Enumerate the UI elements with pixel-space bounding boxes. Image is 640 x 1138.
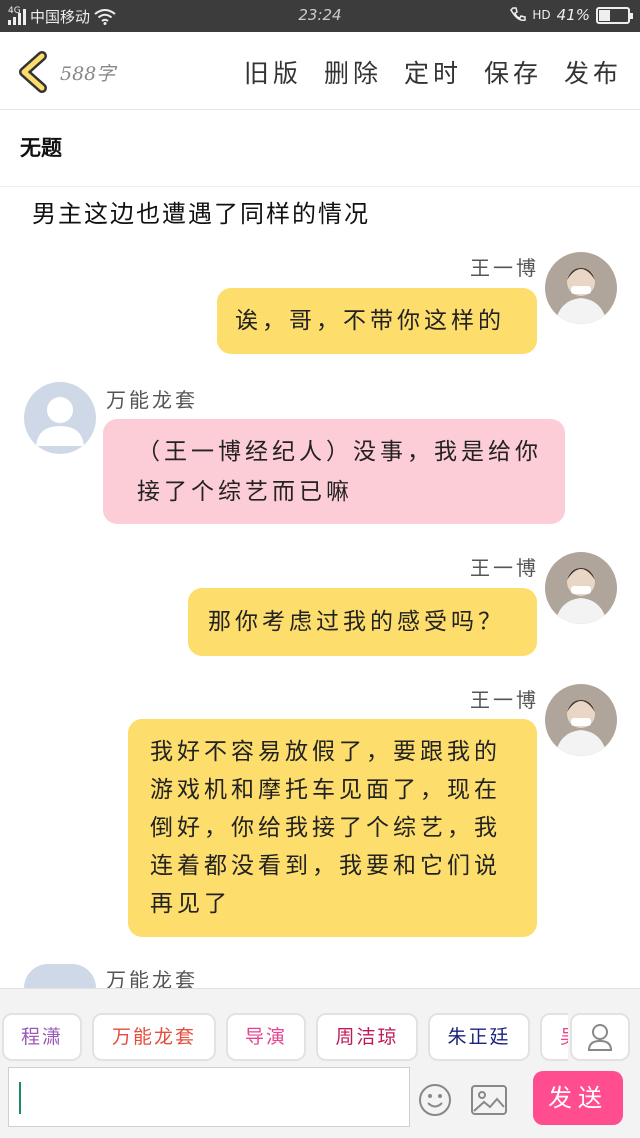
person-icon[interactable] <box>570 1013 630 1061</box>
sender-name: 万能龙套 <box>106 388 198 412</box>
save-button[interactable]: 保存 <box>484 54 542 90</box>
role-chip[interactable]: 周洁琼 <box>316 1013 418 1061</box>
status-right: HD 41% <box>510 6 633 24</box>
send-button[interactable]: 发送 <box>533 1071 623 1125</box>
battery-percent: 41% <box>556 6 590 24</box>
header-actions: 旧版 删除 定时 保存 发布 <box>244 54 622 90</box>
divider <box>0 186 640 187</box>
message-bubble[interactable]: 我好不容易放假了，要跟我的游戏机和摩托车见面了，现在倒好，你给我接了个综艺，我连… <box>128 719 537 937</box>
old-version-button[interactable]: 旧版 <box>244 54 302 90</box>
role-chip[interactable]: 朱正廷 <box>428 1013 530 1061</box>
document-title[interactable]: 无题 <box>20 132 62 162</box>
composer-panel: 程潇 万能龙套 导演 周洁琼 朱正廷 吴 发送 <box>0 988 640 1138</box>
sender-name: 王一博 <box>470 556 539 580</box>
role-chips: 程潇 万能龙套 导演 周洁琼 朱正廷 吴 <box>0 1013 568 1061</box>
publish-button[interactable]: 发布 <box>564 54 622 90</box>
back-chevron-icon[interactable] <box>14 50 54 94</box>
phone-hd-icon <box>510 7 527 22</box>
delete-button[interactable]: 删除 <box>324 54 382 90</box>
hd-label: HD <box>532 8 551 22</box>
message-bubble[interactable]: （王一博经纪人）没事，我是给你接了个综艺而已嘛 <box>103 419 565 524</box>
avatar[interactable] <box>24 382 96 454</box>
text-caret <box>19 1082 21 1114</box>
sender-name: 王一博 <box>470 688 539 712</box>
schedule-button[interactable]: 定时 <box>404 54 462 90</box>
image-icon[interactable] <box>470 1083 508 1117</box>
avatar[interactable] <box>545 552 617 624</box>
role-chip[interactable]: 程潇 <box>2 1013 82 1061</box>
intro-text[interactable]: 男主这边也遭遇了同样的情况 <box>32 194 370 229</box>
message-bubble[interactable]: 诶，哥，不带你这样的 <box>217 288 537 354</box>
role-chip[interactable]: 吴 <box>540 1013 568 1061</box>
editor-header: 588字 旧版 删除 定时 保存 发布 <box>0 32 640 110</box>
sender-name: 王一博 <box>470 256 539 280</box>
battery-icon <box>596 6 633 24</box>
role-chip[interactable]: 导演 <box>226 1013 306 1061</box>
message-bubble[interactable]: 那你考虑过我的感受吗？ <box>188 588 537 656</box>
avatar[interactable] <box>545 684 617 756</box>
word-count: 588字 <box>60 63 116 85</box>
status-bar: 4G 中国移动 23:24 HD 41% <box>0 0 640 32</box>
emoji-icon[interactable] <box>418 1083 452 1117</box>
avatar[interactable] <box>24 964 96 988</box>
avatar[interactable] <box>545 252 617 324</box>
role-chip[interactable]: 万能龙套 <box>92 1013 216 1061</box>
message-input[interactable] <box>8 1067 410 1127</box>
